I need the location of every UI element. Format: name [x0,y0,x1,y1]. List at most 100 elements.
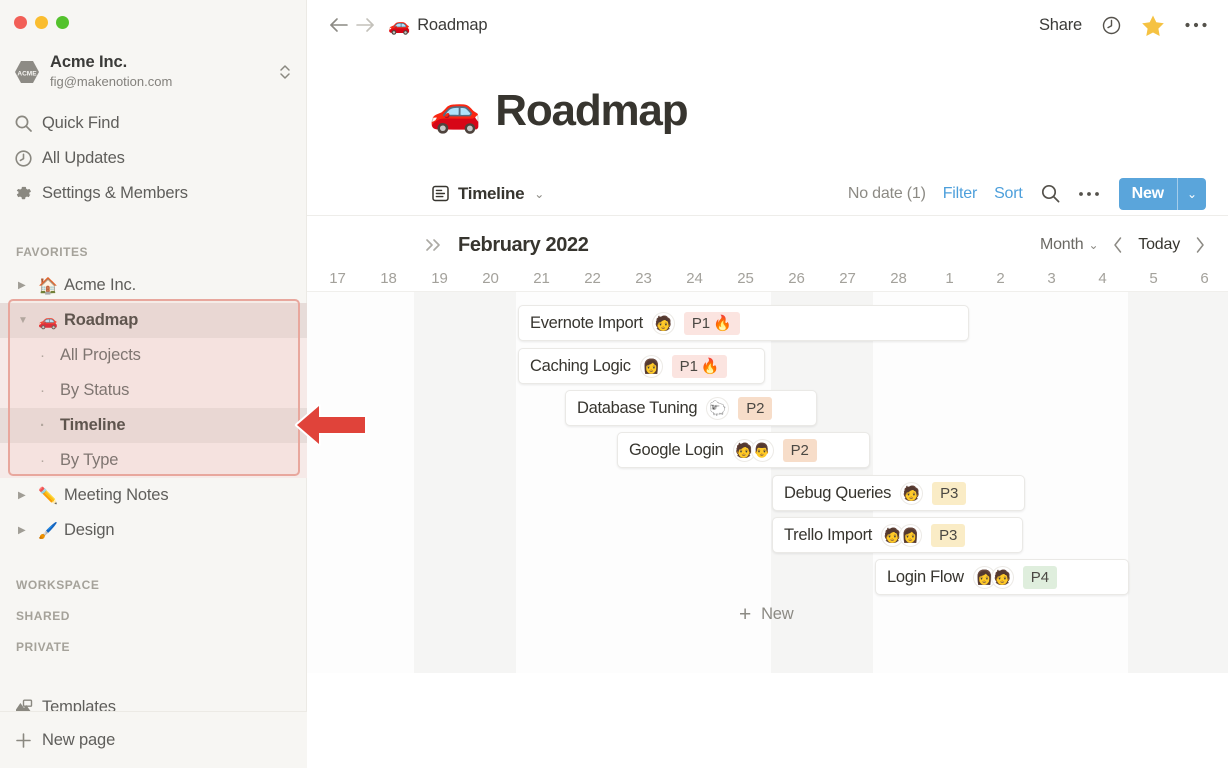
chevron-right-icon[interactable]: ▶ [18,280,38,291]
timeline-scale-selector[interactable]: Month ⌄ [1040,236,1099,254]
sidebar-page-roadmap[interactable]: ▼ 🚗 Roadmap [0,303,307,338]
timeline-task-assignees[interactable]: 🧑 👨 [732,438,774,462]
chevron-right-icon[interactable]: ▶ [18,490,38,501]
sidebar-page-design[interactable]: ▶ 🖌️ Design [0,513,307,548]
timeline-new-row-label: New [761,605,794,623]
bullet-icon: · [40,347,45,364]
bullet-icon: · [40,417,45,434]
star-icon[interactable] [1141,14,1165,37]
page-emoji-icon: 🚗 [38,312,58,330]
share-button[interactable]: Share [1039,16,1082,35]
zoom-window-button[interactable] [56,16,69,29]
timeline-day-column[interactable] [1026,292,1077,673]
sidebar-nav: Quick Find All Updates Settings & Member… [0,106,307,211]
timeline-task-assignees[interactable]: 🧑 [651,311,675,335]
arrow-left-annotation-icon [293,402,369,448]
workspace-name: Acme Inc. [50,53,128,72]
sidebar-page-label: Design [64,521,115,539]
timeline-day-column[interactable] [1179,292,1228,673]
ellipsis-icon[interactable] [1078,190,1100,198]
timeline-task-card[interactable]: Trello Import 🧑 👩 P3 [772,517,1023,553]
clock-icon [14,149,42,168]
timeline-view-icon [431,184,450,203]
sidebar-page-meeting-notes[interactable]: ▶ ✏️ Meeting Notes [0,478,307,513]
timeline-task-assignees[interactable]: 👩 [639,354,663,378]
timeline-day-column[interactable] [312,292,363,673]
timeline-day-ruler: 17 18 19 20 21 22 23 24 25 26 27 28 1 2 3 4 5 6 [307,264,1228,292]
timeline-task-title: Trello Import [784,525,873,544]
timeline-day-column[interactable] [1128,292,1179,673]
timeline-task-title: Google Login [629,440,724,459]
workspace-switcher[interactable]: ACME Acme Inc. fig@makenotion.com [0,48,307,96]
timeline-day-column[interactable] [363,292,414,673]
no-date-count[interactable]: No date (1) [848,185,926,203]
search-icon[interactable] [1040,183,1061,204]
timeline-task-card[interactable]: Database Tuning 🐑 P2 [565,390,817,426]
page-emoji-icon[interactable]: 🚗 [429,90,481,132]
timeline-day-column[interactable] [414,292,465,673]
sidebar-subitem-by-type[interactable]: · By Type [0,443,307,478]
timeline-day-column[interactable] [1077,292,1128,673]
timeline-task-assignees[interactable]: 🧑 👩 [881,523,923,547]
sidebar-item-all-updates[interactable]: All Updates [0,141,307,176]
chevron-down-icon[interactable]: ⌄ [534,187,544,201]
arrow-right-icon[interactable] [354,16,380,34]
sidebar-subitem-timeline[interactable]: · Timeline [0,408,307,443]
gear-icon [14,184,42,203]
page-title[interactable]: Roadmap [495,87,688,134]
timeline-task-title: Login Flow [887,567,964,586]
new-button[interactable]: New [1119,178,1177,210]
chevron-updown-icon[interactable] [279,62,293,82]
timeline-task-assignees[interactable]: 🧑 [900,481,924,505]
timeline-task-card[interactable]: Evernote Import 🧑 P1 🔥 [518,305,969,341]
chevron-right-icon[interactable]: ▶ [18,525,38,536]
tab-timeline-label: Timeline [458,183,525,203]
timeline-task-assignees[interactable]: 👩 🧑 [972,565,1014,589]
view-toolbar-actions: No date (1) Filter Sort New ⌄ [848,177,1206,210]
sidebar-item-settings-members[interactable]: Settings & Members [0,176,307,211]
sidebar-item-quick-find[interactable]: Quick Find [0,106,307,141]
chevrons-right-icon[interactable] [424,237,444,253]
chevron-left-icon[interactable] [1112,236,1124,254]
filter-button[interactable]: Filter [943,185,978,203]
today-button[interactable]: Today [1138,236,1180,254]
ellipsis-icon[interactable] [1184,21,1208,29]
sidebar-item-label: All Updates [42,149,125,167]
minimize-window-button[interactable] [35,16,48,29]
sidebar-subitem-all-projects[interactable]: · All Projects [0,338,307,373]
sidebar-page-acme-inc[interactable]: ▶ 🏠 Acme Inc. [0,268,307,303]
close-window-button[interactable] [14,16,27,29]
sort-button[interactable]: Sort [994,185,1023,203]
workspace-logo-text: ACME [17,71,37,78]
timeline-task-card[interactable]: Caching Logic 👩 P1 🔥 [518,348,765,384]
timeline-task-assignees[interactable]: 🐑 [706,396,730,420]
section-label-shared: SHARED [16,609,70,623]
chevron-right-icon[interactable] [1194,236,1206,254]
sidebar-subitem-by-status[interactable]: · By Status [0,373,307,408]
sidebar-page-label: Roadmap [64,311,139,329]
timeline-day-column[interactable] [465,292,516,673]
timeline-day-label: 17 [329,269,346,287]
timeline-task-card[interactable]: Google Login 🧑 👨 P2 [617,432,870,468]
timeline-task-title: Database Tuning [577,398,698,417]
priority-badge-label: P2 [790,441,809,459]
new-button-chevron-down-icon[interactable]: ⌄ [1178,178,1206,210]
timeline-task-card[interactable]: Debug Queries 🧑 P3 [772,475,1025,511]
timeline-day-label: 3 [1047,269,1056,287]
avatar: 🧑 [990,565,1014,589]
timeline-new-row-button[interactable]: + New [739,604,794,625]
clock-icon[interactable] [1101,15,1122,36]
timeline-header-controls: Month ⌄ Today [1040,236,1206,254]
priority-badge-label: P1 [691,314,711,332]
priority-badge-label: P3 [939,526,958,544]
page-title-block: 🚗 Roadmap [307,87,1228,134]
sidebar-subitem-label: By Type [60,451,119,469]
chevron-down-icon[interactable]: ▼ [18,315,38,326]
timeline-task-card[interactable]: Login Flow 👩 🧑 P4 [875,559,1129,595]
breadcrumb-label: Roadmap [417,15,488,34]
breadcrumb[interactable]: 🚗 Roadmap [388,15,488,36]
tab-timeline[interactable]: Timeline ⌄ [431,184,544,204]
bullet-icon: · [40,452,45,469]
arrow-left-icon[interactable] [328,16,354,34]
sidebar-footer-new-page[interactable]: New page [0,712,307,768]
